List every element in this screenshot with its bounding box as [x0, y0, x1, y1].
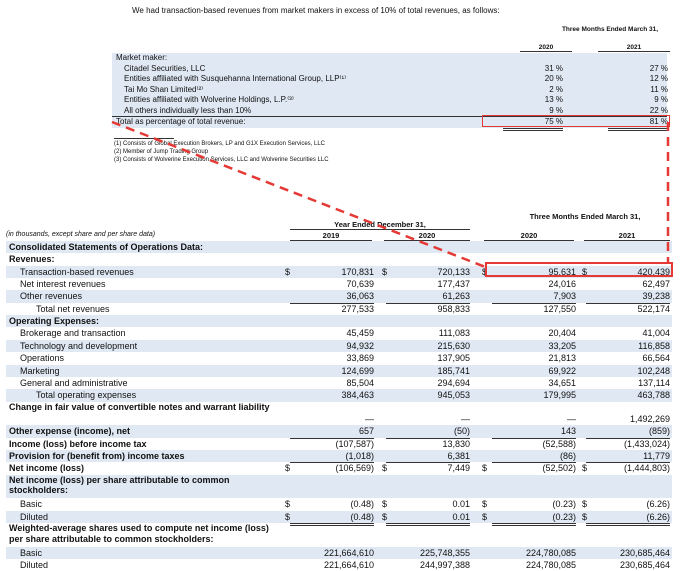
arrow-line-left	[111, 120, 489, 270]
highlight-arrows	[111, 120, 670, 270]
